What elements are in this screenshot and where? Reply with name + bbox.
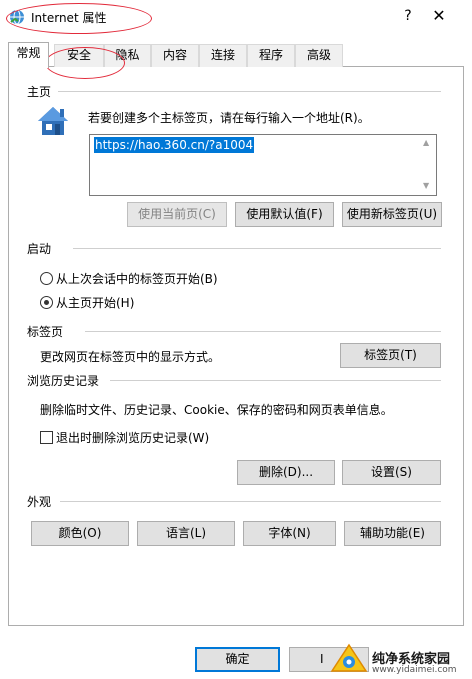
watermark-url: www.yidaimei.com <box>372 665 457 675</box>
title-annotation-oval <box>6 3 152 34</box>
ok-button[interactable]: 确定 <box>195 647 280 672</box>
tab-programs[interactable]: 程序 <box>247 44 295 67</box>
help-button[interactable]: ? <box>398 5 418 27</box>
tabs-header: 标签页 <box>27 325 64 339</box>
history-settings-button[interactable]: 设置(S) <box>342 460 441 485</box>
home-page-instructions: 若要创建多个主标签页，请在每行输入一个地址(R)。 <box>88 111 370 125</box>
scroll-down-icon[interactable]: ▼ <box>423 181 429 190</box>
languages-button[interactable]: 语言(L) <box>137 521 235 546</box>
appearance-header: 外观 <box>27 495 52 509</box>
browsing-history-header: 浏览历史记录 <box>27 374 100 388</box>
tab-advanced[interactable]: 高级 <box>295 44 343 67</box>
accessibility-button[interactable]: 辅助功能(E) <box>344 521 441 546</box>
tab-content[interactable]: 内容 <box>151 44 199 67</box>
section-divider <box>73 248 441 249</box>
tabs-settings-button[interactable]: 标签页(T) <box>340 343 441 368</box>
tabs-description: 更改网页在标签页中的显示方式。 <box>40 350 221 364</box>
home-page-url-text: https://hao.360.cn/?a1004 <box>94 137 255 153</box>
delete-on-exit-label: 退出时删除浏览历史记录(W) <box>56 431 210 445</box>
delete-history-button[interactable]: 删除(D)... <box>237 460 335 485</box>
startup-header: 启动 <box>27 242 52 256</box>
delete-on-exit-checkbox[interactable] <box>40 431 53 444</box>
home-page-header: 主页 <box>27 85 52 99</box>
tab-connections[interactable]: 连接 <box>199 44 247 67</box>
close-button[interactable]: ✕ <box>428 5 450 27</box>
section-divider <box>110 380 441 381</box>
startup-home-page-radio[interactable] <box>40 296 53 309</box>
tab-general[interactable]: 常规 <box>8 42 49 68</box>
security-tab-annotation-oval <box>45 47 125 79</box>
startup-home-page-label: 从主页开始(H) <box>56 296 135 310</box>
use-current-button[interactable]: 使用当前页(C) <box>127 202 227 227</box>
url-field-scrollbar[interactable]: ▲ ▼ <box>419 135 436 195</box>
colors-button[interactable]: 颜色(O) <box>31 521 129 546</box>
use-default-button[interactable]: 使用默认值(F) <box>235 202 334 227</box>
fonts-button[interactable]: 字体(N) <box>243 521 336 546</box>
home-icon <box>38 107 68 135</box>
section-divider <box>58 91 441 92</box>
section-divider <box>85 331 441 332</box>
use-new-tab-button[interactable]: 使用新标签页(U) <box>342 202 442 227</box>
scroll-up-icon[interactable]: ▲ <box>423 138 429 147</box>
section-divider <box>60 501 441 502</box>
radio-selected-dot <box>44 300 49 305</box>
watermark-logo-icon <box>330 643 368 672</box>
startup-last-session-radio[interactable] <box>40 272 53 285</box>
startup-last-session-label: 从上次会话中的标签页开始(B) <box>56 272 218 286</box>
browsing-history-description: 删除临时文件、历史记录、Cookie、保存的密码和网页表单信息。 <box>40 403 393 417</box>
